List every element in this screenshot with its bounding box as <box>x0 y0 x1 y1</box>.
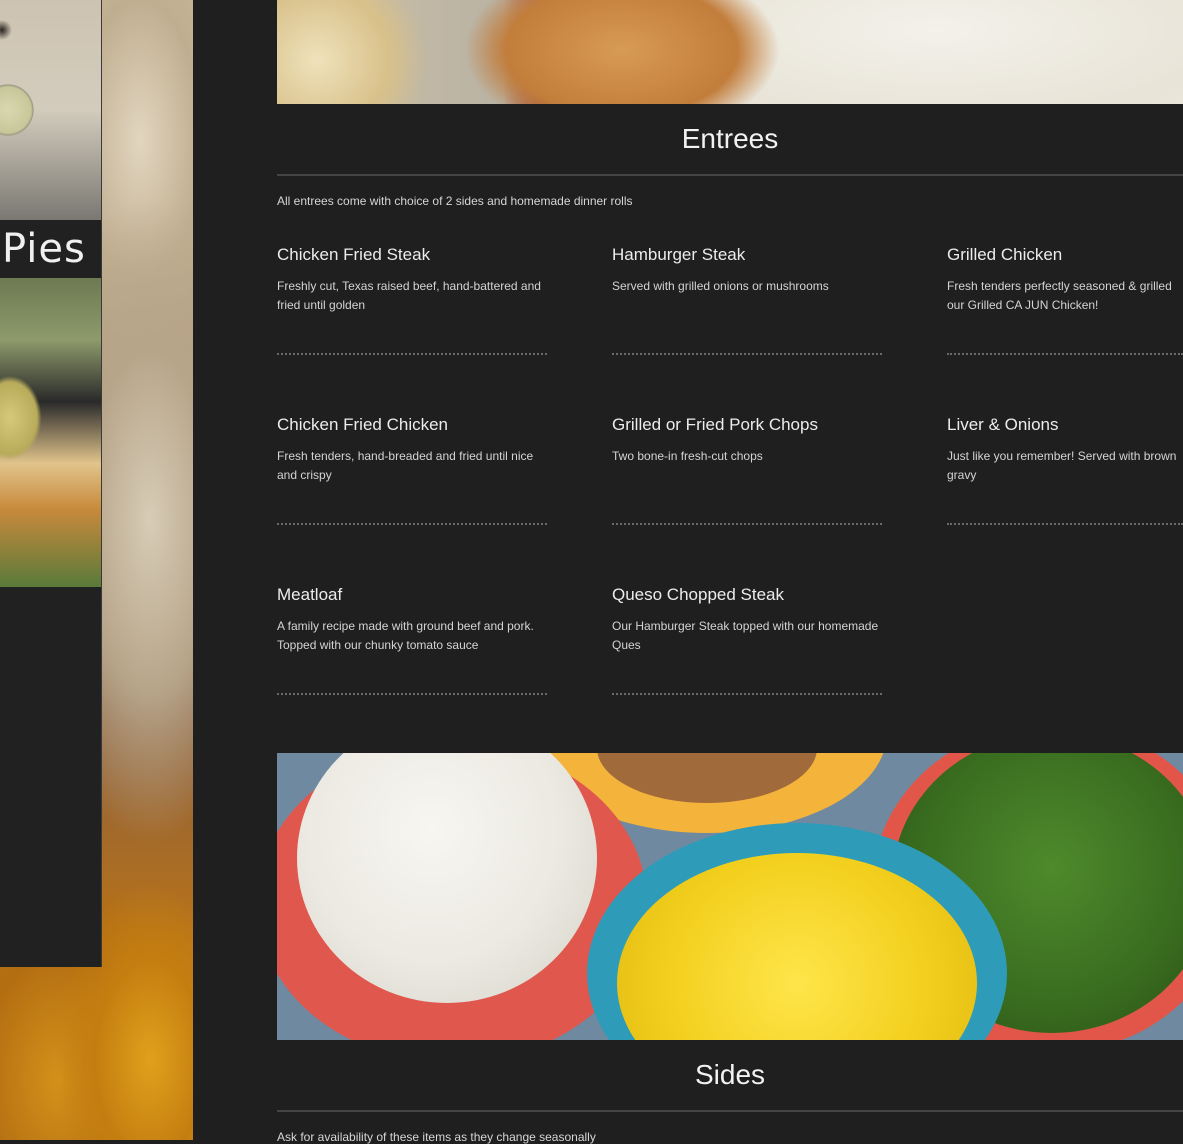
entrees-divider <box>277 174 1183 176</box>
entrees-title: Entrees <box>681 123 779 154</box>
menu-item-name: Chicken Fried Steak <box>277 245 431 264</box>
menu-item: Chicken Fried Steak Freshly cut, Texas r… <box>277 245 547 315</box>
menu-item-name: Grilled Chicken <box>947 245 1063 264</box>
menu-item-description: Fresh tenders, hand-breaded and fried un… <box>277 449 534 482</box>
menu-item-dots <box>612 353 882 355</box>
menu-item: Hamburger Steak Served with grilled onio… <box>612 245 882 296</box>
menu-item: Meatloaf A family recipe made with groun… <box>277 585 547 655</box>
menu-item-dots <box>277 523 547 525</box>
menu-item-name: Queso Chopped Steak <box>612 585 785 604</box>
menu-item-description: Freshly cut, Texas raised beef, hand-bat… <box>277 279 541 312</box>
menu-item-description: Our Hamburger Steak topped with our home… <box>612 619 879 652</box>
menu-item-description: Two bone-in fresh-cut chops <box>612 449 763 463</box>
pie-photo-top <box>0 0 101 220</box>
menu-item-name: Hamburger Steak <box>612 245 746 264</box>
menu-item: Grilled or Fried Pork Chops Two bone-in … <box>612 415 882 466</box>
menu-item-dots <box>947 353 1183 355</box>
menu-item-dots <box>277 693 547 695</box>
sides-title: Sides <box>694 1059 766 1090</box>
menu-item-name: Chicken Fried Chicken <box>277 415 449 434</box>
menu-item-dots <box>947 523 1183 525</box>
menu-item: Liver & Onions Just like you remember! S… <box>947 415 1183 485</box>
previous-menu-section-card: Pies <box>0 0 102 967</box>
menu-item-name: Meatloaf <box>277 585 343 604</box>
menu-item-name: Grilled or Fried Pork Chops <box>612 415 818 434</box>
sides-divider <box>277 1110 1183 1112</box>
menu-item-dots <box>612 693 882 695</box>
menu-item: Chicken Fried Chicken Fresh tenders, han… <box>277 415 547 485</box>
menu-item-description: A family recipe made with ground beef an… <box>277 619 534 652</box>
menu-item-name: Liver & Onions <box>947 415 1059 434</box>
sides-hero-photo <box>277 753 1183 1040</box>
sides-note: Ask for availability of these items as t… <box>277 1130 596 1144</box>
menu-item: Queso Chopped Steak Our Hamburger Steak … <box>612 585 882 655</box>
entrees-hero-photo <box>277 0 1183 104</box>
pies-section-title: Pies <box>0 221 101 277</box>
menu-item-description: Served with grilled onions or mushrooms <box>612 279 829 293</box>
menu-item-description: Just like you remember! Served with brow… <box>947 449 1177 482</box>
menu-item-dots <box>612 523 882 525</box>
menu-main-column: Entrees All entrees come with choice of … <box>277 0 1183 1144</box>
menu-item: Grilled Chicken Fresh tenders perfectly … <box>947 245 1183 315</box>
menu-item-description: Fresh tenders perfectly seasoned & grill… <box>947 279 1172 312</box>
entrees-note: All entrees come with choice of 2 sides … <box>277 194 633 208</box>
menu-item-dots <box>277 353 547 355</box>
pie-photo-bottom <box>0 278 101 587</box>
